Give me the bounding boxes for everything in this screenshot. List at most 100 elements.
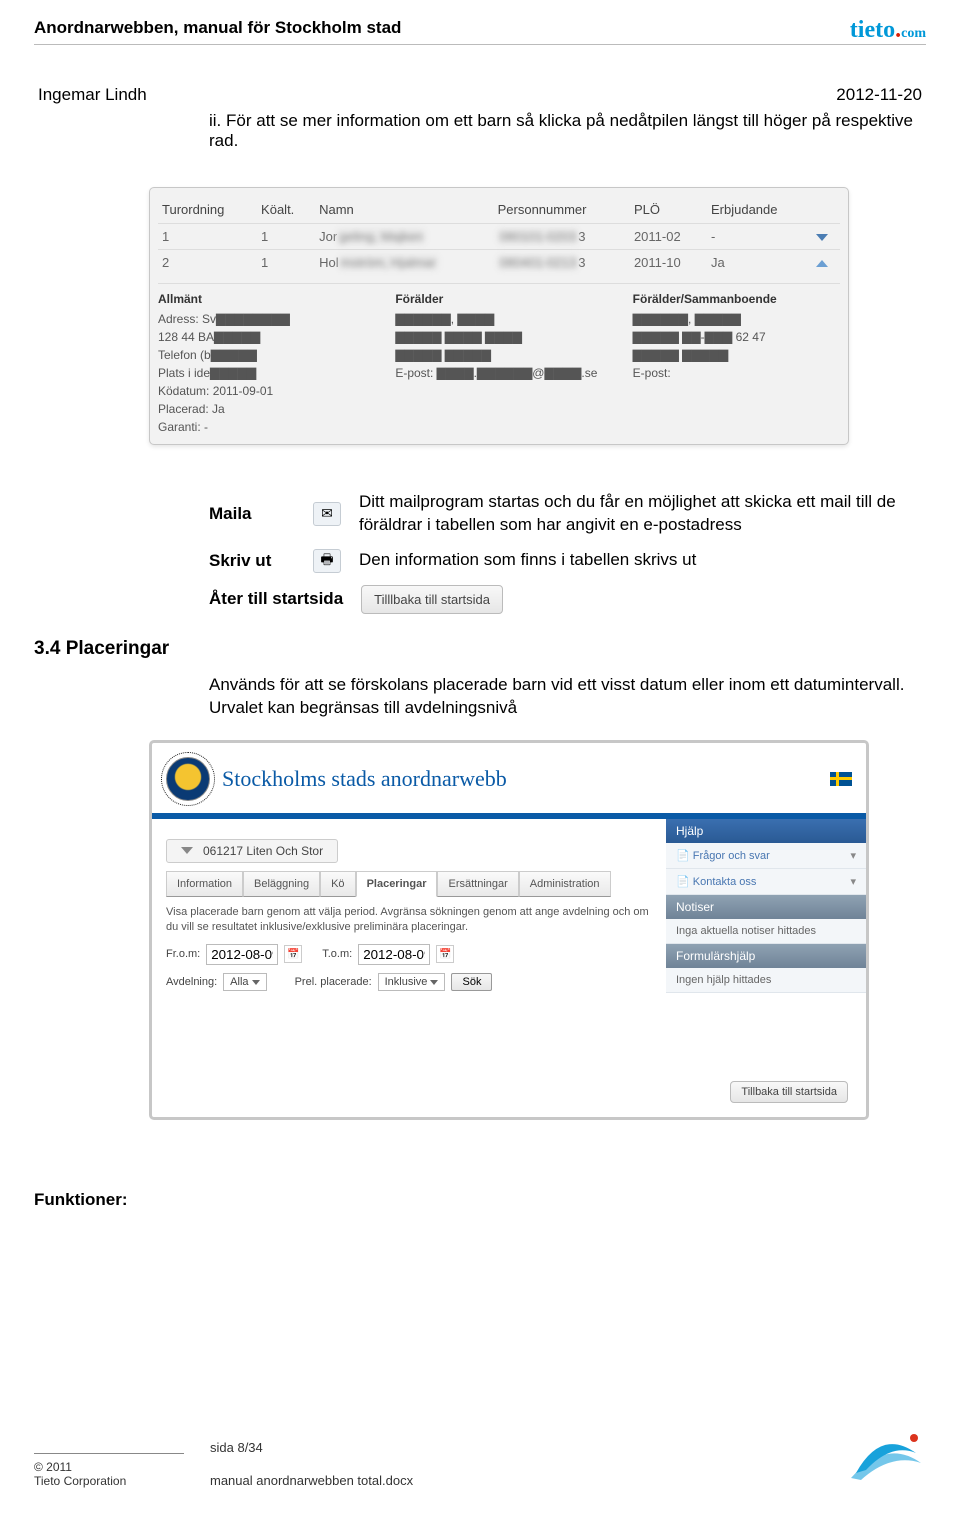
calendar-icon[interactable]: 📅 [436, 945, 454, 963]
screenshot-queue-table: Turordning Köalt. Namn Personnummer PLÖ … [149, 187, 849, 445]
prel-select[interactable]: Inklusive [378, 973, 446, 991]
placeringar-helptext: Visa placerade barn genom att välja peri… [166, 905, 652, 936]
tab-administration[interactable]: Administration [519, 871, 611, 897]
detail-line: ▇▇▇▇▇▇, ▇▇▇▇ [395, 310, 602, 328]
mail-icon[interactable]: ✉ [313, 502, 341, 526]
detail-line: ▇▇▇▇▇ ▇▇▇▇▇ [633, 346, 840, 364]
logo-tieto: tieto [850, 17, 895, 43]
calendar-icon[interactable]: 📅 [284, 945, 302, 963]
tab-belaggning[interactable]: Beläggning [243, 871, 320, 897]
cell-namn: Holmström, Hjalmar [315, 250, 494, 276]
th-erbjudande[interactable]: Erbjudande [707, 196, 812, 224]
detail-line: E-post: ▇▇▇▇.▇▇▇▇▇▇@▇▇▇▇.se [395, 364, 602, 382]
cell-pnr: 080401-02133 [494, 250, 630, 276]
queue-table: Turordning Köalt. Namn Personnummer PLÖ … [158, 196, 840, 275]
collapse-row-icon[interactable] [816, 260, 828, 267]
detail-line: Garanti: - [158, 418, 365, 436]
tab-ko[interactable]: Kö [320, 871, 355, 897]
section-heading-placeringar: 3.4 Placeringar [34, 638, 926, 660]
detail-foralder-header: Förälder [395, 290, 602, 308]
notiser-text: Inga aktuella notiser hittades [666, 919, 866, 944]
maila-label: Maila [209, 504, 295, 524]
tab-information[interactable]: Information [166, 871, 243, 897]
chevron-down-icon [181, 847, 193, 854]
formular-text: Ingen hjälp hittades [666, 968, 866, 993]
tab-placeringar[interactable]: Placeringar [356, 871, 438, 897]
doc-title: Anordnarwebben, manual för Stockholm sta… [34, 18, 401, 38]
author: Ingemar Lindh [38, 85, 147, 105]
tieto-mark-icon [836, 1418, 926, 1488]
detail-line: Placerad: Ja [158, 400, 365, 418]
unit-selector[interactable]: 061217 Liten Och Stor [166, 839, 338, 863]
expand-row-icon[interactable] [816, 234, 828, 241]
maila-desc: Ditt mailprogram startas och du får en m… [359, 491, 926, 537]
detail-line: Telefon (b▇▇▇▇▇ [158, 346, 365, 364]
search-button[interactable]: Sök [451, 973, 492, 991]
intro-num: ii. [209, 111, 221, 130]
cell-turordning: 1 [158, 224, 257, 250]
chevron-down-icon [430, 980, 438, 985]
tieto-logo: tieto.com [850, 18, 926, 42]
avdelning-label: Avdelning: [166, 976, 217, 988]
detail-line: ▇▇▇▇▇ ▇▇▇▇ ▇▇▇▇ [395, 328, 602, 346]
skriv-desc: Den information som finns i tabellen skr… [359, 549, 926, 572]
detail-line: ▇▇▇▇▇ ▇▇▇▇▇ [395, 346, 602, 364]
app-title: Stockholms stads anordnarwebb [222, 766, 507, 792]
table-row[interactable]: 2 1 Holmström, Hjalmar 080401-02133 2011… [158, 250, 840, 276]
cell-plo: 2011-10 [630, 250, 707, 276]
table-row[interactable]: 1 1 Jorgeling, Majken 080101-02033 2011-… [158, 224, 840, 250]
detail-line: Adress: Sv▇▇▇▇▇▇▇▇ [158, 310, 365, 328]
link-fragor-svar[interactable]: 📄 Frågor och svar▾ [666, 843, 866, 869]
detail-sammanboende-header: Förälder/Sammanboende [633, 290, 840, 308]
th-koalt[interactable]: Köalt. [257, 196, 315, 224]
footer-filename: manual anordnarwebben total.docx [210, 1473, 413, 1488]
footer-page: sida 8/34 [210, 1440, 413, 1455]
logo-com: com [901, 26, 926, 41]
cell-plo: 2011-02 [630, 224, 707, 250]
skriv-label: Skriv ut [209, 551, 295, 571]
chevron-down-icon [252, 980, 260, 985]
intro-text: För att se mer information om ett barn s… [209, 111, 913, 150]
link-kontakta-oss[interactable]: 📄 Kontakta oss▾ [666, 869, 866, 895]
footer-corp: Tieto Corporation [34, 1474, 184, 1488]
section-placeringar-text: Används för att se förskolans placerade … [34, 674, 926, 720]
footer-left: © 2011 Tieto Corporation [34, 1453, 184, 1488]
detail-line: 128 44 BA▇▇▇▇▇ [158, 328, 365, 346]
th-personnummer[interactable]: Personnummer [494, 196, 630, 224]
detail-allmant-header: Allmänt [158, 290, 365, 308]
sweden-flag-icon[interactable] [830, 772, 852, 786]
th-namn[interactable]: Namn [315, 196, 494, 224]
from-date-input[interactable] [206, 944, 278, 965]
panel-header-notiser: Notiser [666, 895, 866, 919]
detail-line: ▇▇▇▇▇ ▇▇-▇▇▇ 62 47 [633, 328, 840, 346]
cell-turordning: 2 [158, 250, 257, 276]
unit-name: 061217 Liten Och Stor [203, 844, 323, 858]
cell-pnr: 080101-02033 [494, 224, 630, 250]
prel-label: Prel. placerade: [295, 976, 372, 988]
panel-header-hjalp: Hjälp [666, 819, 866, 843]
cell-erbjud: Ja [707, 250, 812, 276]
detail-line: Ködatum: 2011-09-01 [158, 382, 365, 400]
cell-koalt: 1 [257, 250, 315, 276]
cell-namn: Jorgeling, Majken [315, 224, 494, 250]
th-turordning[interactable]: Turordning [158, 196, 257, 224]
back-to-start-button[interactable]: Tillbaka till startsida [730, 1081, 848, 1103]
stockholm-crest-icon [166, 757, 210, 801]
cell-koalt: 1 [257, 224, 315, 250]
tab-ersattningar[interactable]: Ersättningar [437, 871, 518, 897]
avdelning-select[interactable]: Alla [223, 973, 266, 991]
to-date-input[interactable] [358, 944, 430, 965]
detail-line: E-post: [633, 364, 840, 382]
print-icon[interactable]: 🖶 [313, 549, 341, 573]
funktioner-heading: Funktioner: [34, 1190, 926, 1210]
row-detail: Allmänt Adress: Sv▇▇▇▇▇▇▇▇ 128 44 BA▇▇▇▇… [158, 283, 840, 436]
cell-erbjud: - [707, 224, 812, 250]
th-plo[interactable]: PLÖ [630, 196, 707, 224]
date: 2012-11-20 [836, 85, 922, 105]
from-label: Fr.o.m: [166, 948, 200, 960]
footer-copyright: © 2011 [34, 1460, 184, 1474]
back-to-start-button[interactable]: Tilllbaka till startsida [361, 585, 503, 614]
ater-label: Åter till startsida [209, 589, 343, 609]
detail-line: Plats i ide▇▇▇▇▇ [158, 364, 365, 382]
panel-header-formular: Formulärshjälp [666, 944, 866, 968]
